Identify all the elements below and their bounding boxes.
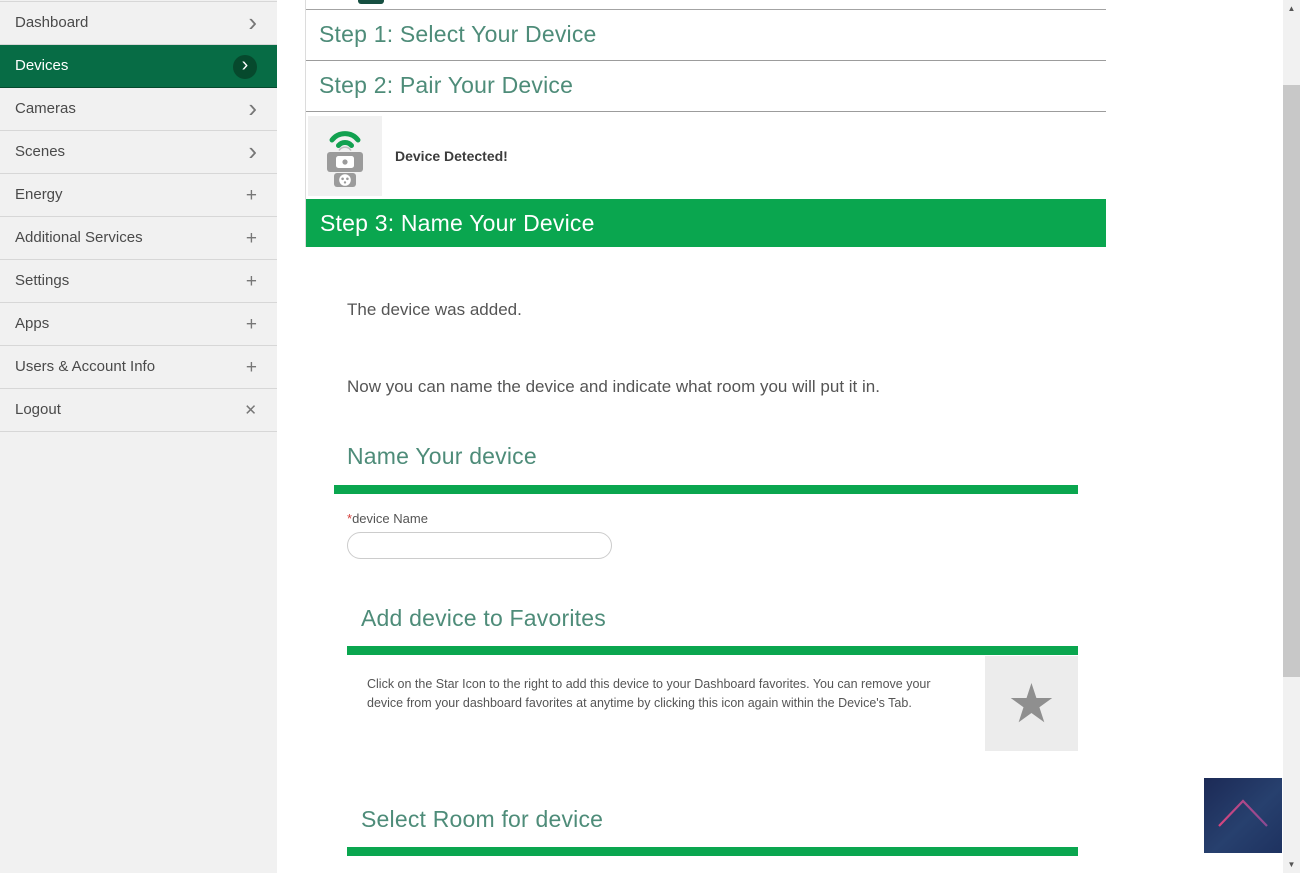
sidebar-item-scenes[interactable]: Scenes › — [0, 131, 277, 174]
sidebar-item-additional-services[interactable]: Additional Services + — [0, 217, 277, 260]
sidebar-item-users-account-info[interactable]: Users & Account Info + — [0, 346, 277, 389]
sidebar-item-devices[interactable]: Devices › — [0, 45, 277, 88]
instruction-text: Now you can name the device and indicate… — [347, 377, 1106, 397]
sidebar-item-label: Logout — [15, 401, 61, 418]
favorites-section-title: Add device to Favorites — [347, 605, 1106, 632]
clipped-heading-remnant — [306, 0, 1106, 10]
section-divider-bar — [347, 646, 1078, 655]
scrollbar-down-icon[interactable]: ▼ — [1283, 856, 1300, 873]
sidebar: Dashboard › Devices › Cameras › Scenes ›… — [0, 0, 277, 873]
sidebar-item-cameras[interactable]: Cameras › — [0, 88, 277, 131]
sidebar-item-energy[interactable]: Energy + — [0, 174, 277, 217]
sidebar-nav: Dashboard › Devices › Cameras › Scenes ›… — [0, 1, 277, 432]
sidebar-item-apps[interactable]: Apps + — [0, 303, 277, 346]
plus-icon: + — [246, 217, 257, 260]
sidebar-item-label: Devices — [15, 57, 68, 74]
sidebar-item-label: Dashboard — [15, 14, 88, 31]
smart-plug-wifi-icon — [308, 116, 382, 196]
sidebar-item-logout[interactable]: Logout ✕ — [0, 389, 277, 432]
sidebar-item-label: Energy — [15, 186, 63, 203]
star-icon: ★ — [1007, 677, 1055, 731]
sidebar-item-label: Users & Account Info — [15, 358, 155, 375]
scrollbar-thumb[interactable] — [1283, 85, 1300, 677]
plus-icon: + — [246, 260, 257, 303]
favorites-row: Click on the Star Icon to the right to a… — [347, 655, 1078, 751]
app-window: Dashboard › Devices › Cameras › Scenes ›… — [0, 0, 1300, 873]
chevron-right-icon: › — [248, 88, 257, 131]
device-name-input[interactable] — [347, 532, 612, 559]
scrollbar-up-icon[interactable]: ▲ — [1283, 0, 1300, 17]
device-name-label: *device Name — [347, 511, 1106, 526]
plus-icon: + — [246, 346, 257, 389]
sidebar-item-settings[interactable]: Settings + — [0, 260, 277, 303]
favorites-description: Click on the Star Icon to the right to a… — [347, 655, 953, 751]
section-divider-bar — [334, 485, 1078, 494]
close-icon: ✕ — [244, 389, 257, 432]
wizard-steps-panel: Step 1: Select Your Device Step 2: Pair … — [305, 0, 1106, 247]
sidebar-item-label: Scenes — [15, 143, 65, 160]
step2-header[interactable]: Step 2: Pair Your Device — [306, 61, 1106, 112]
sidebar-item-label: Settings — [15, 272, 69, 289]
sidebar-item-label: Additional Services — [15, 229, 143, 246]
section-divider-bar — [347, 847, 1078, 856]
device-added-text: The device was added. — [347, 300, 1106, 320]
chevron-right-circle-icon: › — [233, 45, 257, 88]
name-device-form: The device was added. Now you can name t… — [305, 300, 1106, 873]
main-content: Step 1: Select Your Device Step 2: Pair … — [277, 0, 1283, 873]
sidebar-item-dashboard[interactable]: Dashboard › — [0, 2, 277, 45]
room-section-title: Select Room for device — [347, 806, 1106, 833]
device-detected-row: Device Detected! — [306, 112, 1106, 196]
device-detected-text: Device Detected! — [395, 148, 508, 164]
sidebar-item-label: Cameras — [15, 100, 76, 117]
plus-icon: + — [246, 303, 257, 346]
step1-header[interactable]: Step 1: Select Your Device — [306, 10, 1106, 61]
vertical-scrollbar[interactable]: ▲ ▼ — [1283, 0, 1300, 873]
chevron-right-icon: › — [248, 131, 257, 174]
chevron-right-icon: › — [248, 2, 257, 45]
name-section-title: Name Your device — [347, 443, 1106, 470]
clipped-text-fragment — [358, 0, 384, 4]
favorite-toggle-button[interactable]: ★ — [985, 656, 1078, 751]
scroll-to-top-button[interactable] — [1204, 778, 1282, 853]
step3-header[interactable]: Step 3: Name Your Device — [306, 199, 1106, 247]
sidebar-item-label: Apps — [15, 315, 49, 332]
plus-icon: + — [246, 174, 257, 217]
